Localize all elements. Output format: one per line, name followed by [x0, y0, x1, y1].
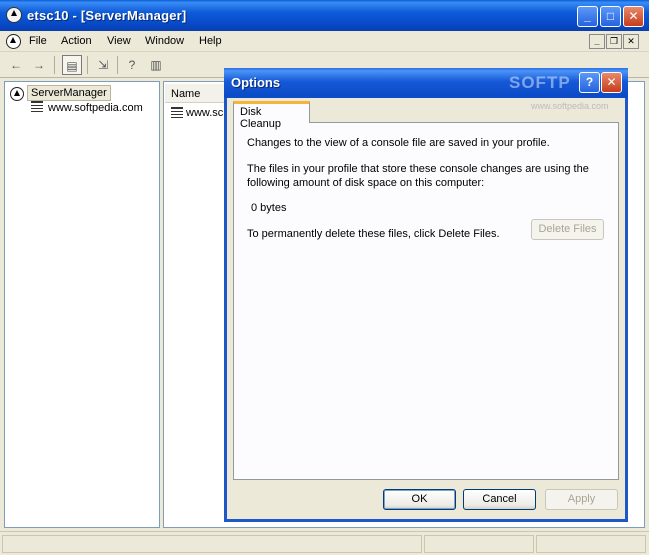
toolbar-separator: [54, 56, 55, 74]
status-cell: [536, 535, 646, 553]
server-manager-icon: [10, 87, 24, 101]
maximize-button[interactable]: □: [600, 6, 621, 27]
list-item[interactable]: www.sc: [186, 107, 223, 119]
tab-disk-cleanup[interactable]: Disk Cleanup: [233, 101, 310, 130]
mdi-restore-button[interactable]: ❐: [606, 34, 622, 49]
watermark-url: www.softpedia.com: [531, 101, 609, 111]
dialog-title-bar[interactable]: Options SOFTP ? ✕: [224, 68, 628, 98]
ok-button[interactable]: OK: [383, 489, 456, 510]
menu-window[interactable]: Window: [145, 35, 184, 47]
menu-action[interactable]: Action: [61, 35, 92, 47]
status-bar: [0, 531, 649, 555]
window-title: etsc10 - [ServerManager]: [27, 8, 187, 23]
document-icon: [171, 107, 183, 120]
disk-space-text-line1: The files in your profile that store the…: [247, 163, 589, 175]
watermark-logo: SOFTP: [509, 73, 571, 92]
status-cell: [2, 535, 422, 553]
delete-files-button[interactable]: Delete Files: [531, 219, 604, 240]
forward-arrow-icon[interactable]: →: [29, 55, 49, 75]
export-list-icon[interactable]: ⇲: [93, 55, 113, 75]
menu-view[interactable]: View: [107, 35, 131, 47]
column-name-header[interactable]: Name: [171, 88, 200, 100]
tree-item-servermanager[interactable]: ServerManager: [27, 85, 111, 101]
close-button[interactable]: ✕: [623, 6, 644, 27]
show-hide-tree-icon[interactable]: ▤: [62, 55, 82, 75]
apply-button[interactable]: Apply: [545, 489, 618, 510]
menu-file[interactable]: File: [29, 35, 47, 47]
menu-bar: File Action View Window Help _ ❐ ✕: [0, 31, 649, 52]
help-icon[interactable]: ?: [122, 55, 142, 75]
system-menu-icon[interactable]: [6, 34, 21, 49]
back-arrow-icon[interactable]: ←: [6, 55, 26, 75]
document-icon: [31, 101, 43, 114]
dialog-close-button[interactable]: ✕: [601, 72, 622, 93]
toolbar-separator: [87, 56, 88, 74]
tree-pane[interactable]: [4, 81, 160, 528]
status-cell: [424, 535, 534, 553]
mdi-minimize-button[interactable]: _: [589, 34, 605, 49]
show-hide-action-pane-icon[interactable]: ▥: [146, 55, 166, 75]
menu-help[interactable]: Help: [199, 35, 222, 47]
toolbar-separator: [117, 56, 118, 74]
disk-space-text-line2: following amount of disk space on this c…: [247, 177, 485, 189]
minimize-button[interactable]: _: [577, 6, 598, 27]
dialog-help-button[interactable]: ?: [579, 72, 600, 93]
mdi-close-button[interactable]: ✕: [623, 34, 639, 49]
dialog-title: Options: [231, 75, 281, 90]
tree-item-softpedia[interactable]: www.softpedia.com: [48, 102, 143, 114]
app-icon[interactable]: [6, 7, 22, 23]
main-title-bar[interactable]: etsc10 - [ServerManager] _ □ ✕: [0, 0, 649, 31]
delete-hint-text: To permanently delete these files, click…: [247, 228, 500, 240]
profile-info-text: Changes to the view of a console file ar…: [247, 137, 550, 149]
disk-space-size: 0 bytes: [251, 202, 287, 214]
cancel-button[interactable]: Cancel: [463, 489, 536, 510]
